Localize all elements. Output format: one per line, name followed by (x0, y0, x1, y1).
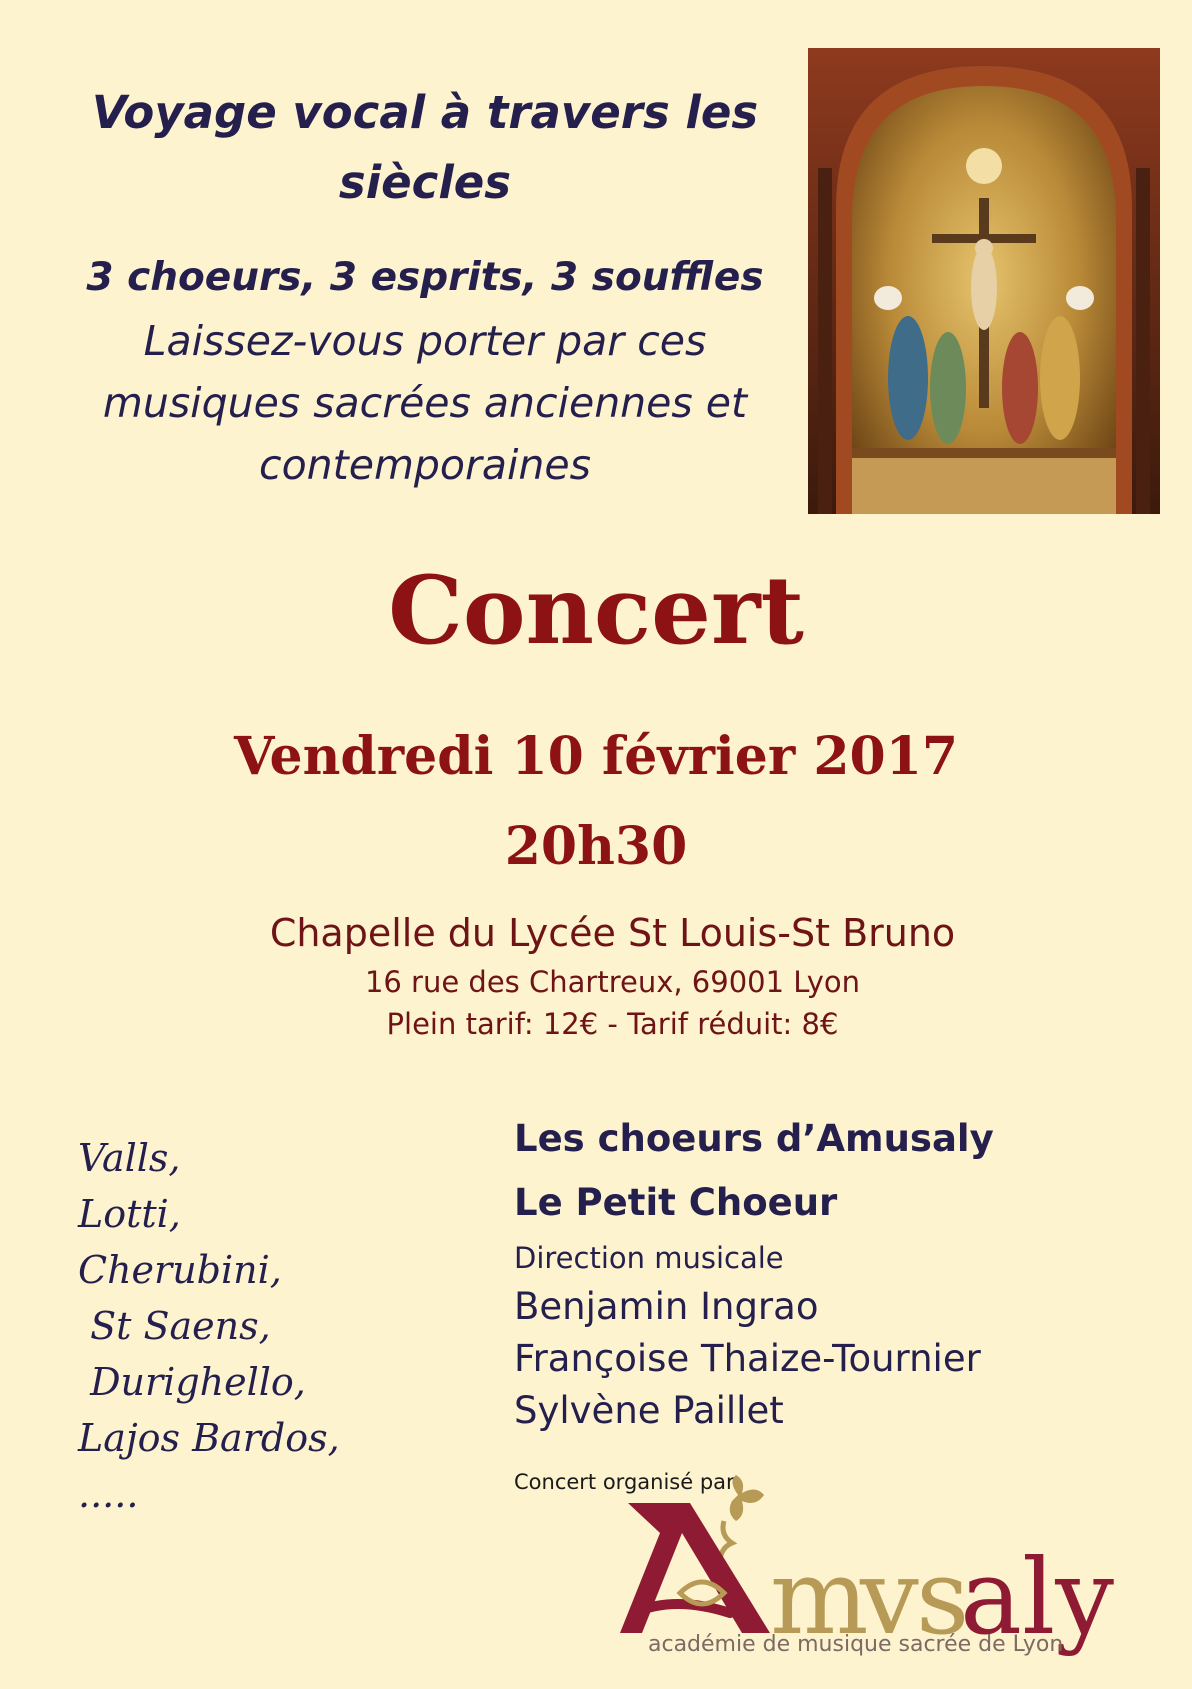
poster-title: Voyage vocal à travers les siècles (91, 86, 759, 209)
director-name: Benjamin Ingrao (514, 1285, 819, 1328)
choir-name: Les choeurs d’Amusaly (514, 1117, 994, 1160)
director-name: Sylvène Paillet (514, 1389, 784, 1432)
event-prices: Plein tarif: 12€ - Tarif réduit: 8€ (386, 1007, 839, 1041)
event-address: 16 rue des Chartreux, 69001 Lyon (364, 965, 861, 999)
director-name: Françoise Thaize-Tournier (514, 1337, 981, 1380)
composer-name: St Saens, (78, 1304, 271, 1348)
concert-heading: Concert (388, 556, 804, 666)
choir-name: Le Petit Choeur (514, 1181, 838, 1224)
event-date: Vendredi 10 février 2017 (233, 726, 959, 787)
logo-tagline: académie de musique sacrée de Lyon (648, 1632, 1064, 1657)
chapel-fresco-image (808, 48, 1160, 514)
poster-subtitle: 3 choeurs, 3 esprits, 3 souffles (86, 255, 764, 300)
event-time: 20h30 (504, 816, 688, 877)
poster-tagline: Laissez-vous porter par ces musiques sac… (102, 317, 748, 489)
composer-list: Valls, Lotti, Cherubini, St Saens, Durig… (78, 1130, 340, 1522)
composer-name: Lotti, (78, 1192, 181, 1236)
event-venue: Chapelle du Lycée St Louis-St Bruno (269, 911, 956, 955)
direction-label: Direction musicale (514, 1241, 784, 1275)
composer-name: Valls, (78, 1136, 181, 1180)
composer-name: Lajos Bardos, (78, 1416, 340, 1460)
composer-ellipsis: ..... (78, 1472, 139, 1516)
performers-block: Les choeurs d’Amusaly Le Petit Choeur Di… (514, 1107, 994, 1437)
composer-name: Durighello, (78, 1360, 306, 1404)
composer-name: Cherubini, (78, 1248, 282, 1292)
